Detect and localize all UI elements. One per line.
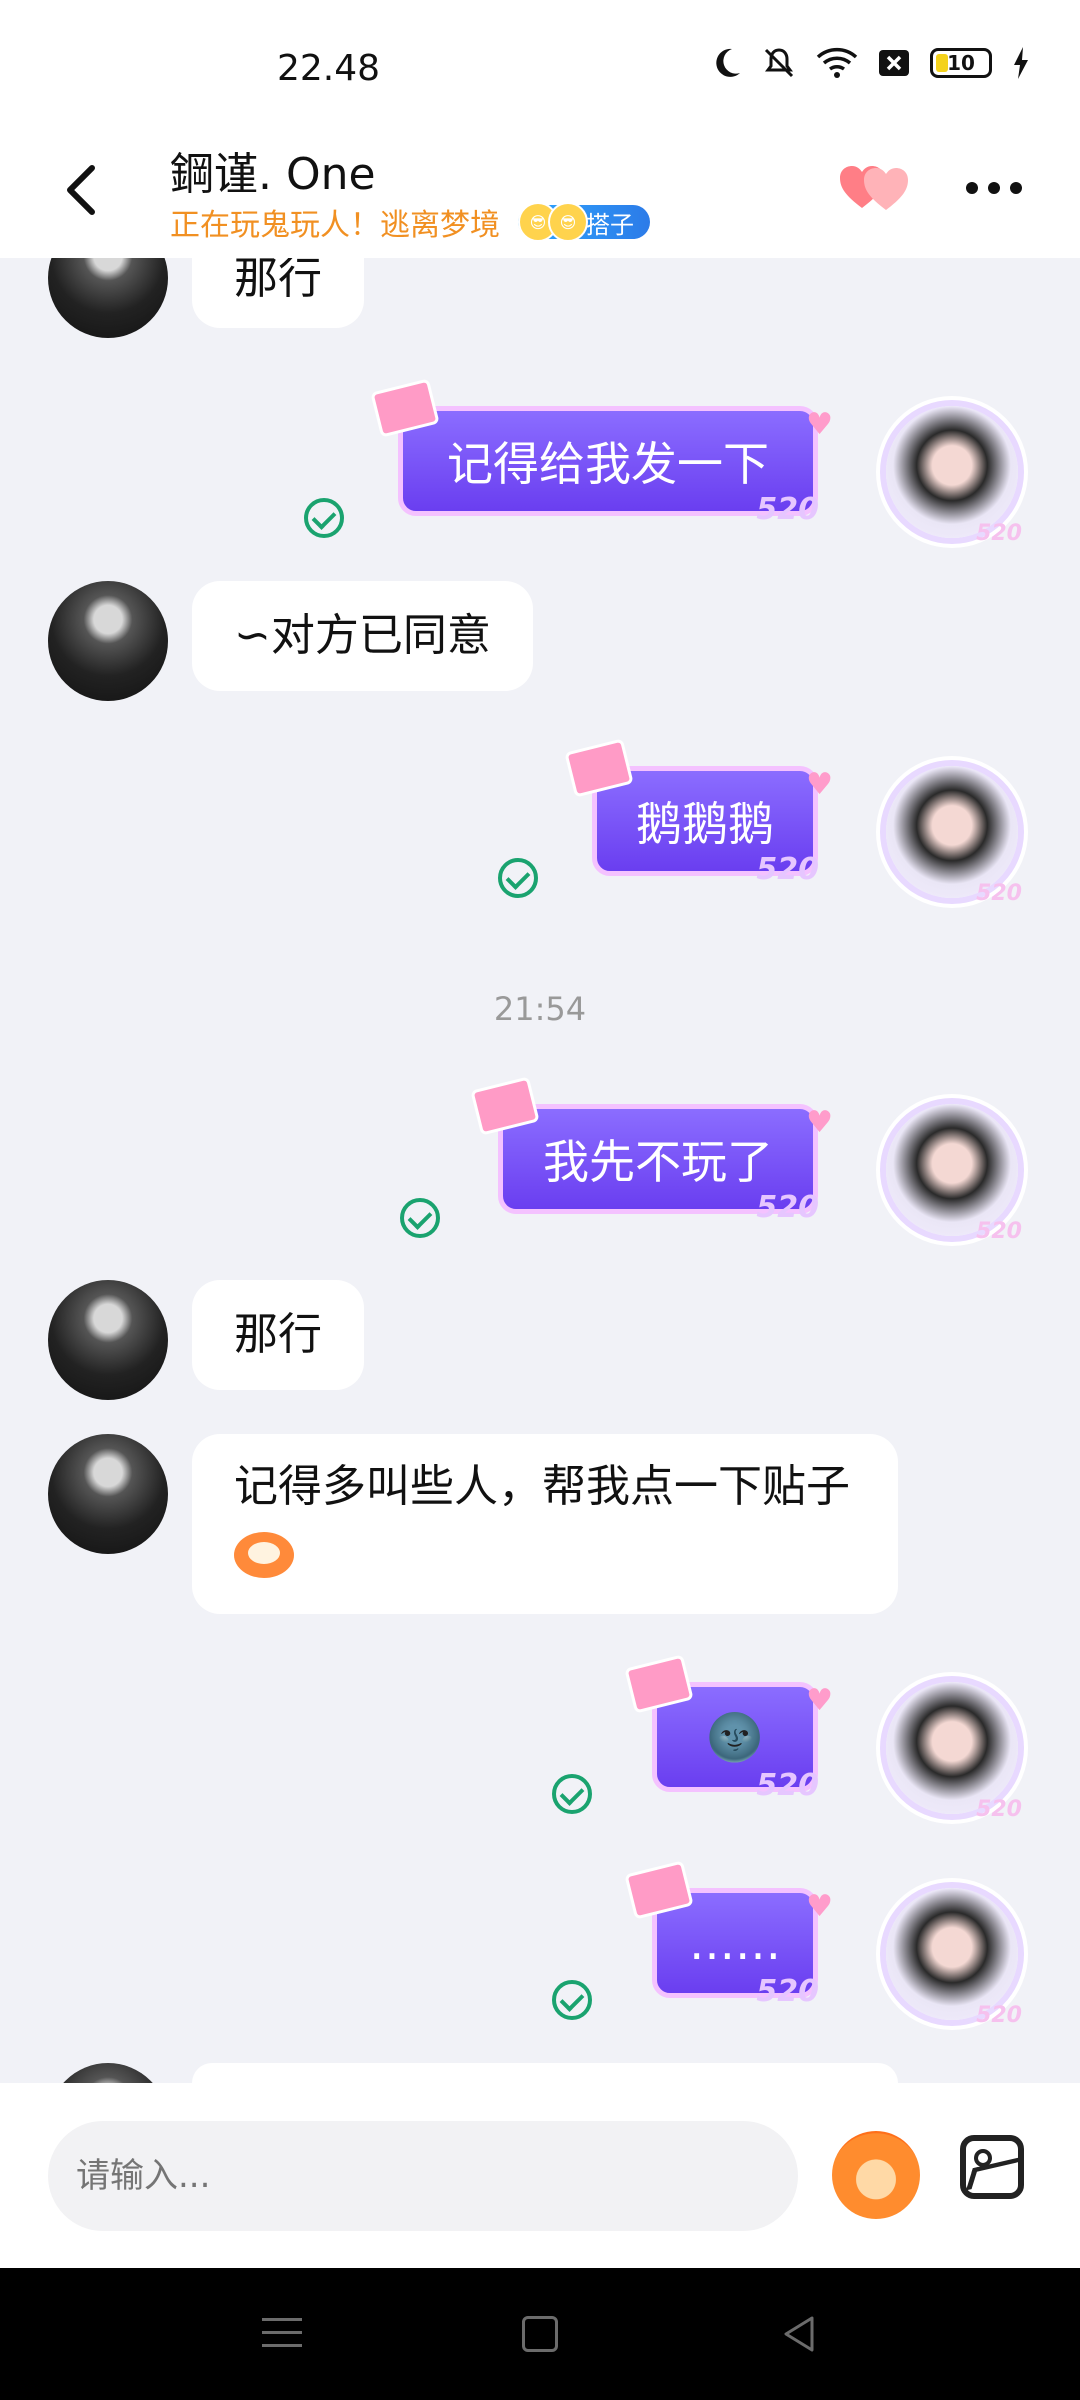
partner-avatar[interactable] bbox=[48, 258, 168, 338]
bubble-badge: 520 bbox=[756, 1768, 819, 1803]
status-icons: 10 bbox=[712, 46, 1030, 80]
envelope-decoration bbox=[564, 738, 634, 798]
message-bubble[interactable]: ♥ …… 520 bbox=[624, 1860, 833, 2009]
message-text: 🌚 bbox=[706, 1709, 764, 1764]
read-check-icon bbox=[304, 498, 344, 538]
partner-avatar[interactable] bbox=[48, 1434, 168, 1554]
battery-level: 10 bbox=[947, 51, 975, 75]
chat-title: 鋼谨. One bbox=[170, 149, 376, 200]
chat-status: 正在玩鬼玩人！逃离梦境 😎 😎 搭子 bbox=[170, 200, 650, 244]
heart-decoration: ♥ bbox=[806, 407, 833, 442]
message-bubble[interactable]: 记得多叫些人，帮我点一下贴子 bbox=[192, 1434, 898, 1614]
image-icon[interactable] bbox=[960, 2135, 1024, 2199]
chat-header: 鋼谨. One 正在玩鬼玩人！逃离梦境 😎 😎 搭子 bbox=[0, 130, 1080, 258]
envelope-decoration bbox=[470, 1076, 540, 1136]
partner-avatar[interactable] bbox=[48, 581, 168, 701]
home-icon[interactable] bbox=[522, 2316, 558, 2352]
message-input[interactable] bbox=[48, 2121, 798, 2231]
message-text: 记得多叫些人，帮我点一下贴子 bbox=[234, 1461, 850, 1512]
partner-tag: 😎 😎 搭子 bbox=[518, 202, 650, 242]
message-bubble[interactable]: ♥ 鹅鹅鹅 520 bbox=[564, 738, 833, 887]
heart-decoration: ♥ bbox=[806, 1889, 833, 1924]
message-bubble[interactable]: ♥ 🌚 520 bbox=[624, 1654, 833, 1803]
moon-icon bbox=[716, 48, 740, 77]
battery-icon: 10 bbox=[930, 48, 992, 78]
mute-icon bbox=[764, 48, 794, 78]
message-bubble[interactable]: ♥ 我先不玩了 520 bbox=[470, 1076, 833, 1225]
status-text: 正在玩鬼玩人！逃离梦境 bbox=[170, 208, 500, 243]
my-avatar[interactable]: 520 bbox=[886, 1682, 1022, 1822]
sticker-icon[interactable] bbox=[832, 2131, 920, 2219]
message-bubble[interactable]: ♥ 记得给我发一下 520 bbox=[370, 378, 833, 527]
read-check-icon bbox=[552, 1980, 592, 2020]
wifi-icon bbox=[816, 47, 858, 78]
recent-apps-icon[interactable] bbox=[262, 2318, 302, 2357]
my-avatar[interactable]: 520 bbox=[886, 406, 1022, 546]
heart-decoration: ♥ bbox=[806, 1105, 833, 1140]
charging-icon bbox=[1014, 47, 1028, 79]
message-bubble[interactable]: 那行 bbox=[192, 1280, 364, 1390]
my-avatar[interactable]: 520 bbox=[886, 766, 1022, 906]
envelope-decoration bbox=[370, 378, 440, 438]
heart-decoration: ♥ bbox=[806, 1683, 833, 1718]
partner-avatar[interactable] bbox=[48, 2063, 168, 2083]
input-bar bbox=[0, 2083, 1080, 2268]
read-check-icon bbox=[498, 858, 538, 898]
more-icon[interactable] bbox=[966, 182, 1022, 194]
message-timestamp: 21:54 bbox=[493, 990, 587, 1028]
envelope-decoration bbox=[624, 1654, 694, 1714]
my-avatar[interactable]: 520 bbox=[886, 1888, 1022, 2028]
message-text: 记得给我发一下 bbox=[447, 437, 769, 491]
message-text: 鹅鹅鹅 bbox=[636, 797, 774, 851]
message-text: …… bbox=[689, 1916, 781, 1970]
message-text: 我先不玩了 bbox=[543, 1135, 773, 1189]
bubble-badge: 520 bbox=[756, 1974, 819, 2009]
read-check-icon bbox=[552, 1774, 592, 1814]
status-time: 22.48 bbox=[277, 48, 381, 89]
bubble-badge: 520 bbox=[756, 852, 819, 887]
chat-messages: 那行 ♥ 记得给我发一下 520 520 ∽对方已同意 ♥ 鹅鹅鹅 520 52… bbox=[0, 258, 1080, 2083]
message-bubble[interactable] bbox=[192, 2063, 898, 2083]
bubble-badge: 520 bbox=[756, 492, 819, 527]
status-bar: 22.48 10 bbox=[0, 0, 1080, 130]
bubble-badge: 520 bbox=[756, 1190, 819, 1225]
sticker-emoji-icon bbox=[234, 1532, 294, 1578]
nav-back-icon[interactable] bbox=[780, 2314, 820, 2354]
partner-avatar[interactable] bbox=[48, 1280, 168, 1400]
message-bubble[interactable]: 那行 bbox=[192, 258, 364, 328]
system-nav-bar bbox=[0, 2268, 1080, 2400]
tag-label: 搭子 bbox=[586, 210, 634, 239]
hearts-icon[interactable] bbox=[840, 164, 910, 214]
message-bubble[interactable]: ∽对方已同意 bbox=[192, 581, 533, 691]
read-check-icon bbox=[400, 1198, 440, 1238]
heart-decoration: ♥ bbox=[806, 767, 833, 802]
my-avatar[interactable]: 520 bbox=[886, 1104, 1022, 1244]
tag-faces-icon: 😎 😎 bbox=[518, 202, 588, 242]
x-box-icon bbox=[879, 50, 909, 76]
back-arrow-icon[interactable] bbox=[58, 160, 108, 220]
envelope-decoration bbox=[624, 1860, 694, 1920]
